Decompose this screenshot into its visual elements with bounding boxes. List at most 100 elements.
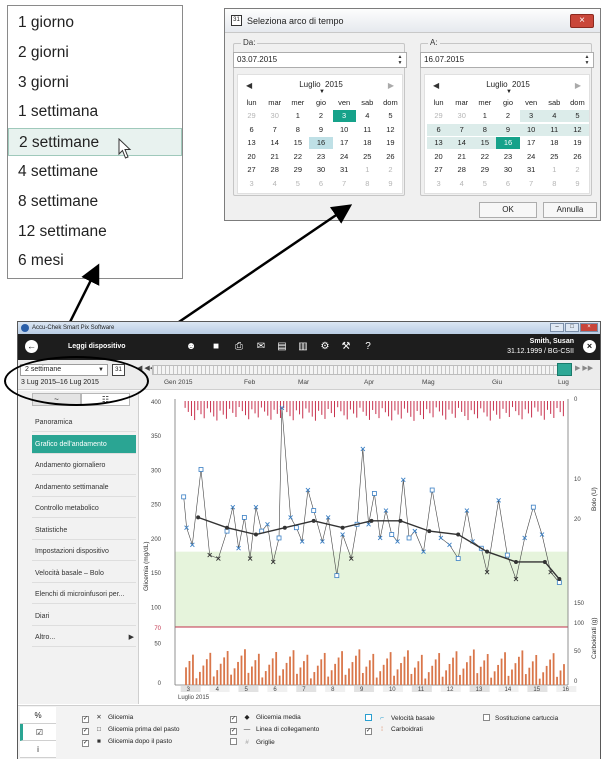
checkbox-icon[interactable]: [483, 714, 490, 721]
checkbox-icon[interactable]: ✓: [230, 716, 237, 723]
grid-marker-icon: #: [245, 739, 249, 746]
x-marker-icon: ✕: [96, 714, 102, 721]
timeline-forward-icon[interactable]: ▶ ▶▶: [575, 364, 593, 372]
diamond-marker-icon: ◆: [244, 714, 250, 721]
close-patient-icon[interactable]: ×: [583, 340, 596, 353]
nav-item-label: Andamento giornaliero: [35, 462, 106, 469]
timeline-selection-handle[interactable]: [557, 363, 572, 376]
tab-checkbox[interactable]: ☑: [20, 724, 56, 741]
nav-item[interactable]: Impostazioni dispositivo: [32, 542, 136, 561]
bolus-tick-label: 10: [574, 477, 581, 483]
legend-glicemia-dopo[interactable]: ✓ ■ Glicemia dopo il pasto: [82, 738, 172, 747]
carbs-bar: [250, 666, 253, 685]
legend-velocita[interactable]: ⌐ Velocità basale: [365, 714, 435, 723]
pdf-export-icon[interactable]: ▤: [276, 340, 288, 353]
app-logo: [21, 324, 29, 332]
carbs-bar: [327, 676, 330, 685]
nav-item[interactable]: Andamento settimanale: [32, 478, 136, 497]
nav-item[interactable]: Grafico dell'andamento: [32, 434, 136, 454]
y-tick-label: 350: [151, 434, 162, 440]
glucose-point: [412, 528, 418, 534]
nav-item-label: Impostazioni dispositivo: [35, 548, 109, 555]
carbs-bar: [389, 652, 392, 685]
carbs-bar: [309, 678, 312, 685]
report-export-icon[interactable]: ▥: [297, 340, 309, 353]
carbs-bar: [254, 660, 257, 685]
carbs-bar: [361, 672, 364, 685]
carbs-bar: [417, 661, 420, 685]
carbs-bar: [497, 664, 500, 685]
carbs-bar: [195, 678, 198, 685]
carbs-tick-label: 50: [574, 649, 581, 655]
glucose-point-premeal: [241, 515, 247, 520]
carbs-bar: [188, 660, 191, 685]
email-icon[interactable]: ✉: [255, 340, 267, 353]
legend-glicemia-dopo-label: Glicemia dopo il pasto: [108, 738, 172, 745]
help-icon[interactable]: ?: [362, 340, 374, 353]
nav-item[interactable]: Diari: [32, 607, 136, 626]
y-axis-label: Glicemia (mg/dL): [143, 542, 150, 591]
checkbox-icon[interactable]: ✓: [82, 728, 89, 735]
maximize-icon[interactable]: □: [565, 323, 579, 332]
chevron-right-icon: ▶: [128, 634, 134, 641]
legend-glicemia-media[interactable]: ✓ ◆ Glicemia media: [230, 714, 301, 723]
minimize-icon[interactable]: –: [550, 323, 564, 332]
nav-item[interactable]: Andamento giornaliero: [32, 456, 136, 475]
patients-icon[interactable]: ☻: [185, 340, 197, 353]
checkbox-icon[interactable]: ✓: [82, 716, 89, 723]
checkbox-icon[interactable]: [230, 738, 237, 745]
legend-glicemia[interactable]: ✓ ✕ Glicemia: [82, 714, 133, 723]
nav-item[interactable]: Velocità basale – Bolo: [32, 564, 136, 583]
carbs-bar: [323, 652, 326, 685]
carbs-bar: [521, 650, 524, 685]
carbs-bar: [289, 656, 291, 685]
carbs-bar: [320, 659, 323, 685]
timeline-track[interactable]: [152, 365, 570, 375]
checkbox-icon[interactable]: ✓: [82, 740, 89, 747]
nav-item[interactable]: Controllo metabolico: [32, 499, 136, 518]
legend-glicemia-prima[interactable]: ✓ □ Glicemia prima del pasto: [82, 726, 180, 735]
carbs-bar: [479, 666, 482, 685]
glucose-point-premeal: [334, 573, 340, 579]
carbs-bar: [504, 652, 506, 685]
trend-chart: 400 350 300 250 200 150 100 70 50 0 0 10 20 150 100 50 0…: [140, 391, 600, 704]
nav-item-label: Controllo metabolico: [35, 505, 99, 512]
bolus-tick-label: 0: [574, 397, 578, 403]
read-device-label[interactable]: Leggi dispositivo: [68, 343, 126, 350]
carbs-tick-label: 100: [574, 621, 585, 627]
legend-linea[interactable]: ✓ — Linea di collegamento: [230, 726, 319, 735]
window-close-icon[interactable]: ×: [580, 323, 598, 332]
settings-icon[interactable]: ⚙: [319, 340, 331, 353]
nav-item[interactable]: Altro... ▶: [32, 628, 136, 647]
nav-item[interactable]: Elenchi di microinfusori per...: [32, 585, 136, 604]
carbs-bar: [264, 671, 267, 685]
y-tick-label: 50: [154, 642, 161, 648]
trend-chart-svg: 400 350 300 250 200 150 100 70 50 0 0 10 20 150 100 50 0…: [143, 397, 598, 701]
basal-step-icon: ⌐: [380, 715, 384, 722]
checkbox-icon[interactable]: [365, 714, 372, 721]
device-settings-icon[interactable]: ⚒: [340, 340, 352, 353]
carbs-bar: [452, 657, 454, 685]
checkbox-icon[interactable]: ✓: [230, 728, 237, 735]
back-icon[interactable]: ←: [25, 340, 38, 353]
carbs-bar: [441, 676, 444, 685]
carbs-bar: [306, 654, 309, 685]
carbs-tick-label: 150: [574, 601, 585, 607]
carbs-bar: [559, 670, 562, 685]
mean-glucose-point: [427, 529, 432, 534]
legend-carboidrati[interactable]: ✓ ⁞ Carboidrati: [365, 726, 423, 735]
mean-glucose-point: [282, 525, 287, 530]
x-tick-label: 13: [476, 687, 483, 693]
carbs-bar: [420, 654, 423, 685]
tab-percent[interactable]: %: [20, 707, 56, 724]
carbs-bar: [237, 661, 239, 685]
legend-griglie[interactable]: # Griglie: [230, 738, 275, 747]
carbs-bar: [296, 673, 298, 685]
save-icon[interactable]: ■: [210, 340, 222, 353]
tab-info[interactable]: i: [20, 741, 56, 758]
nav-item[interactable]: Statistiche: [32, 521, 136, 540]
nav-item[interactable]: Panoramica: [32, 413, 136, 432]
print-icon[interactable]: ⎙: [233, 340, 245, 353]
legend-sostituzione[interactable]: Sostituzione cartuccia: [483, 714, 558, 723]
checkbox-icon[interactable]: ✓: [365, 728, 372, 735]
